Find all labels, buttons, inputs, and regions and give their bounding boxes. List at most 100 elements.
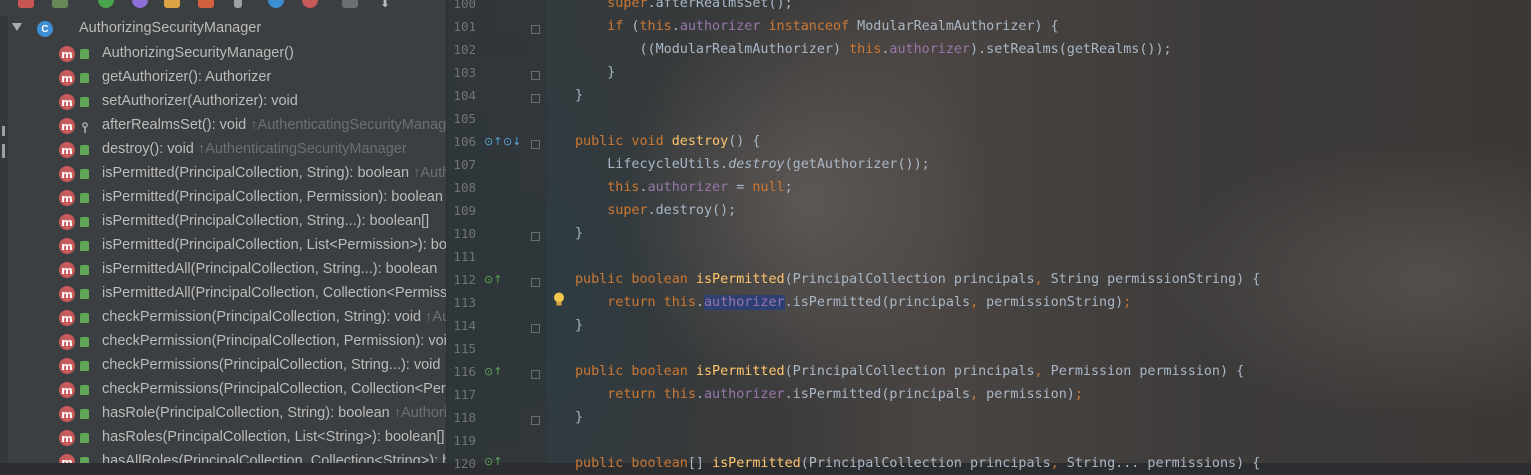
show-properties-icon[interactable]: [132, 0, 148, 8]
code-line-113: return this.authorizer.isPermitted(princ…: [607, 295, 1132, 310]
method-item[interactable]: m checkPermission(PrincipalCollection, St…: [0, 306, 446, 330]
show-inherited-icon[interactable]: [164, 0, 180, 8]
method-signature: checkPermissions(PrincipalCollection, Co…: [102, 381, 446, 397]
show-lambdas-icon[interactable]: [234, 0, 242, 8]
method-label: isPermittedAll(PrincipalCollection, Coll…: [102, 285, 446, 301]
method-signature: isPermittedAll(PrincipalCollection, Stri…: [102, 261, 438, 277]
line-number: 113: [453, 295, 476, 310]
show-fields-icon[interactable]: [98, 0, 114, 8]
method-item[interactable]: m isPermitted(PrincipalCollection, String…: [0, 162, 446, 186]
line-number: 102: [453, 42, 476, 57]
method-item[interactable]: m afterRealmsSet(): void ↑AuthenticatingS…: [0, 114, 446, 138]
fold-marker-icon[interactable]: [531, 416, 540, 425]
structure-toolbar: ⬇: [0, 0, 446, 16]
override-up-icon[interactable]: ⊙↑: [484, 135, 502, 148]
inherited-from-label: ↑AuthenticatingSecurityManager: [197, 141, 407, 157]
method-icon: m: [59, 406, 75, 422]
class-icon: C: [37, 21, 53, 37]
method-item[interactable]: m destroy(): void ↑AuthenticatingSecurity…: [0, 138, 446, 162]
fold-marker-icon[interactable]: [531, 25, 540, 34]
fold-marker-icon[interactable]: [531, 370, 540, 379]
line-number: 116: [453, 364, 476, 379]
public-access-icon: [80, 385, 89, 395]
override-down-icon[interactable]: ⊙↓: [503, 135, 521, 148]
method-item[interactable]: m isPermitted(PrincipalCollection, Permis…: [0, 186, 446, 210]
method-item[interactable]: m isPermittedAll(PrincipalCollection, Str…: [0, 258, 446, 282]
method-item[interactable]: m getAuthorizer(): Authorizer: [0, 66, 446, 90]
public-access-icon: [80, 289, 89, 299]
public-access-icon: [80, 433, 89, 443]
fold-marker-icon[interactable]: [531, 324, 540, 333]
code-line-103: }: [575, 65, 616, 80]
sort-by-visibility-icon[interactable]: [18, 0, 34, 8]
method-item[interactable]: m isPermitted(PrincipalCollection, String…: [0, 210, 446, 234]
method-item[interactable]: m hasRoles(PrincipalCollection, List<Stri…: [0, 426, 446, 450]
method-signature: setAuthorizer(Authorizer): void: [102, 93, 298, 109]
inherited-from-label: ↑Authorizer: [393, 405, 447, 421]
public-access-icon: [80, 145, 89, 155]
method-label: isPermitted(PrincipalCollection, List<Pe…: [102, 237, 447, 253]
method-signature: isPermitted(PrincipalCollection, List<Pe…: [102, 237, 447, 253]
lightbulb-icon[interactable]: [553, 292, 565, 307]
method-label: hasAllRoles(PrincipalCollection, Collect…: [102, 453, 446, 463]
tree-class-node[interactable]: C AuthorizingSecurityManager: [0, 18, 446, 42]
method-item[interactable]: m AuthorizingSecurityManager(): [0, 42, 446, 66]
line-number: 110: [453, 226, 476, 241]
method-icon: m: [59, 142, 75, 158]
code-line-100: super.afterRealmsSet();: [607, 0, 793, 11]
show-non-public-icon[interactable]: [198, 0, 214, 8]
method-item[interactable]: m hasAllRoles(PrincipalCollection, Collec…: [0, 450, 446, 463]
method-signature: getAuthorizer(): Authorizer: [102, 69, 272, 85]
expand-arrow-icon[interactable]: [12, 23, 22, 31]
collapse-all-icon[interactable]: ⬇: [380, 0, 396, 12]
method-item[interactable]: m checkPermissions(PrincipalCollection, S…: [0, 354, 446, 378]
implements-icon[interactable]: ⊙↑: [484, 455, 502, 468]
method-signature: checkPermissions(PrincipalCollection, St…: [102, 357, 441, 373]
code-line-108: this.authorizer = null;: [607, 180, 793, 195]
code-line-112: public boolean isPermitted(PrincipalColl…: [575, 272, 1261, 287]
method-item[interactable]: m isPermitted(PrincipalCollection, List<P…: [0, 234, 446, 258]
method-item[interactable]: m isPermittedAll(PrincipalCollection, Col…: [0, 282, 446, 306]
method-item[interactable]: m checkPermissions(PrincipalCollection, C…: [0, 378, 446, 402]
method-label: checkPermissions(PrincipalCollection, Co…: [102, 381, 446, 397]
line-number: 112: [453, 272, 476, 287]
method-icon: m: [59, 190, 75, 206]
public-access-icon: [80, 169, 89, 179]
method-icon: m: [59, 94, 75, 110]
fold-marker-icon[interactable]: [531, 71, 540, 80]
line-number: 111: [453, 249, 476, 264]
method-item[interactable]: m setAuthorizer(Authorizer): void: [0, 90, 446, 114]
sort-alphabetically-icon[interactable]: [52, 0, 68, 8]
method-label: setAuthorizer(Authorizer): void: [102, 93, 298, 109]
method-signature: afterRealmsSet(): void: [102, 117, 251, 133]
public-access-icon: [80, 313, 89, 323]
show-anonymous-icon[interactable]: [268, 0, 284, 8]
method-icon: m: [59, 334, 75, 350]
autoscroll-icon[interactable]: [302, 0, 318, 8]
expand-all-icon[interactable]: [342, 0, 358, 8]
method-signature: AuthorizingSecurityManager(): [102, 45, 294, 61]
method-icon: m: [59, 166, 75, 182]
method-label: getAuthorizer(): Authorizer: [102, 69, 271, 85]
code-line-109: super.destroy();: [607, 203, 737, 218]
fold-marker-icon[interactable]: [531, 94, 540, 103]
highlighted-identifier: authorizer: [704, 295, 785, 310]
public-access-icon: [80, 241, 89, 251]
fold-marker-icon[interactable]: [531, 232, 540, 241]
method-item[interactable]: m hasRole(PrincipalCollection, String): b…: [0, 402, 446, 426]
method-icon: m: [59, 382, 75, 398]
method-label: destroy(): void ↑AuthenticatingSecurityM…: [102, 141, 407, 157]
method-label: isPermitted(PrincipalCollection, Permiss…: [102, 189, 443, 205]
method-item[interactable]: m checkPermission(PrincipalCollection, Pe…: [0, 330, 446, 354]
public-access-icon: [80, 97, 89, 107]
line-number: 104: [453, 88, 476, 103]
protected-key-icon: [82, 121, 88, 133]
implements-icon[interactable]: ⊙↑: [484, 365, 502, 378]
fold-marker-icon[interactable]: [531, 278, 540, 287]
implements-icon[interactable]: ⊙↑: [484, 273, 502, 286]
code-line-114: }: [575, 318, 584, 333]
fold-marker-icon[interactable]: [531, 140, 540, 149]
method-label: hasRole(PrincipalCollection, String): bo…: [102, 405, 447, 421]
method-label: isPermittedAll(PrincipalCollection, Stri…: [102, 261, 437, 277]
line-number: 117: [453, 387, 476, 402]
